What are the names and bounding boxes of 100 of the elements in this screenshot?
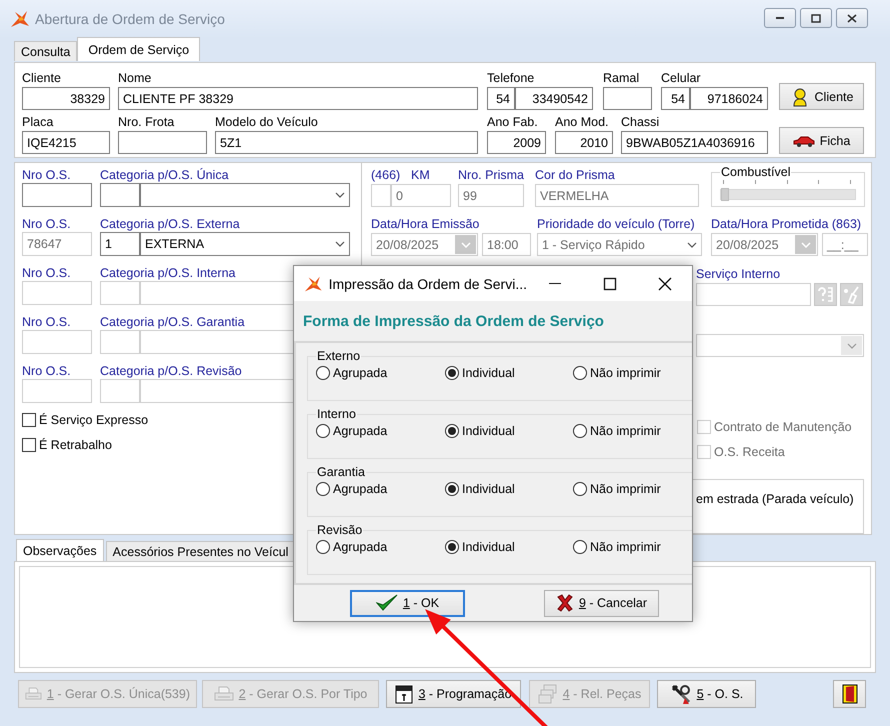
action-button[interactable]: 3 - Programação — [386, 680, 521, 708]
caret-icon — [460, 242, 470, 248]
text-field[interactable]: 38329 — [22, 87, 110, 110]
date-field[interactable]: 20/08/2025 — [371, 233, 478, 256]
dropdown-button[interactable] — [455, 235, 476, 254]
check-icon — [376, 594, 398, 612]
field-label: Telefone — [487, 70, 536, 86]
dropdown-button[interactable] — [841, 336, 862, 355]
text-field[interactable]: 2010 — [555, 131, 613, 154]
group-label: Interno — [316, 407, 357, 421]
app-logo-icon — [304, 274, 323, 292]
field-label: Categoria p/O.S. Garantia — [100, 314, 245, 330]
time-field[interactable]: __:__ — [822, 233, 868, 256]
field-label: Nro O.S. — [22, 265, 72, 281]
field-label: Chassi — [621, 114, 660, 130]
close-button[interactable] — [836, 8, 868, 28]
cross-icon — [556, 594, 574, 612]
minimize-icon — [776, 17, 784, 19]
text-field[interactable] — [22, 183, 92, 207]
text-field[interactable]: IQE4215 — [22, 131, 110, 154]
text-field[interactable]: 9BWAB05Z1A4036916 — [621, 131, 768, 154]
ok-button[interactable]: 1 - OK — [350, 590, 465, 616]
radio-button[interactable]: Individual — [445, 364, 573, 381]
text-field[interactable]: 5Z1 — [215, 131, 478, 154]
field-label: Nro O.S. — [22, 216, 72, 232]
field-label: Nome — [118, 70, 152, 86]
time-field[interactable]: 18:00 — [482, 233, 531, 256]
field-label: (466) — [371, 167, 402, 183]
caret-icon — [800, 242, 810, 248]
help-icon[interactable] — [814, 283, 837, 306]
tab[interactable]: Observações — [16, 539, 104, 561]
field-label: Nro O.S. — [22, 167, 72, 183]
dropdown-field[interactable]: EXTERNA — [140, 232, 350, 256]
minimize-icon — [548, 282, 560, 284]
field-label: Categoria p/O.S. Única — [100, 167, 229, 183]
radio-button[interactable]: Agrupada — [316, 422, 445, 439]
printer-icon — [214, 685, 234, 703]
dropdown-field[interactable] — [140, 183, 350, 207]
text-field[interactable] — [603, 87, 652, 110]
printers-icon — [538, 684, 558, 704]
text-field[interactable]: 54 — [487, 87, 515, 110]
exit-button[interactable] — [833, 680, 866, 708]
text-field[interactable]: 2009 — [487, 131, 546, 154]
dropdown-field[interactable]: 1 - Serviço Rápido — [537, 233, 702, 256]
text-field[interactable] — [118, 131, 207, 154]
slider-thumb[interactable] — [721, 188, 729, 201]
caret-icon — [846, 342, 856, 348]
field-label: Ramal — [603, 70, 640, 86]
radio-button[interactable]: Não imprimir — [573, 538, 661, 555]
text-field[interactable] — [100, 183, 140, 207]
group-label: Revisão — [316, 523, 364, 537]
dialog-title: Impressão da Ordem de Servi... — [328, 276, 527, 292]
radio-button[interactable]: Individual — [445, 422, 573, 439]
tab[interactable]: Consulta — [14, 41, 78, 61]
action-button[interactable]: 5 - O. S. — [657, 680, 756, 708]
text-field[interactable]: CLIENTE PF 38329 — [118, 87, 478, 110]
field-label: Categoria p/O.S. Interna — [100, 265, 236, 281]
text-field[interactable]: 99 — [458, 184, 524, 207]
checkbox[interactable]: É Serviço Expresso — [22, 412, 148, 428]
field-label: KM — [411, 167, 430, 183]
radio-button[interactable]: Não imprimir — [573, 364, 661, 381]
cancel-button[interactable]: 9 - Cancelar — [544, 590, 659, 616]
maximize-button[interactable] — [800, 8, 832, 28]
field-label: Cor do Prisma — [535, 167, 616, 183]
dropdown-button[interactable] — [795, 235, 816, 254]
field-label: Nro O.S. — [22, 314, 72, 330]
field-label: Nro. Prisma — [458, 167, 524, 183]
text-field[interactable]: 1 — [100, 232, 140, 256]
radio-button[interactable]: Agrupada — [316, 480, 445, 497]
text-field[interactable]: VERMELHA — [535, 184, 699, 207]
tab[interactable]: Ordem de Serviço — [77, 37, 200, 61]
radio-button[interactable]: Individual — [445, 538, 573, 555]
text-field[interactable]: 54 — [661, 87, 690, 110]
brush-icon[interactable] — [840, 283, 863, 306]
text-field[interactable]: 0 — [391, 184, 451, 207]
vehicle-button[interactable]: Ficha — [779, 127, 864, 154]
checkbox[interactable]: É Retrabalho — [22, 437, 112, 453]
caret-icon — [335, 241, 345, 247]
radio-button[interactable]: Individual — [445, 480, 573, 497]
minimize-button[interactable] — [764, 8, 796, 28]
group-label: Externo — [316, 349, 362, 363]
field-label: Nro O.S. — [22, 363, 72, 379]
maximize-icon — [810, 12, 822, 24]
text-field[interactable]: 33490542 — [515, 87, 593, 110]
tools-icon — [670, 683, 692, 705]
date-field[interactable]: 20/08/2025 — [711, 233, 818, 256]
caret-icon — [335, 192, 345, 198]
radio-button[interactable]: Não imprimir — [573, 422, 661, 439]
client-button[interactable]: Cliente — [779, 83, 864, 110]
text-field[interactable]: 97186024 — [690, 87, 768, 110]
tab[interactable]: Acessórios Presentes no Veícul — [106, 541, 296, 561]
radio-button[interactable]: Agrupada — [316, 364, 445, 381]
radio-button[interactable]: Não imprimir — [573, 480, 661, 497]
radio-button[interactable]: Agrupada — [316, 538, 445, 555]
car-icon — [792, 134, 815, 146]
dialog-heading: Forma de Impressão da Ordem de Serviço — [303, 312, 604, 330]
field-label: Placa — [22, 114, 54, 130]
field-label: Categoria p/O.S. Externa — [100, 216, 240, 232]
field-label: Data/Hora Prometida (863) — [711, 216, 862, 232]
field-label: Serviço Interno — [696, 266, 782, 282]
